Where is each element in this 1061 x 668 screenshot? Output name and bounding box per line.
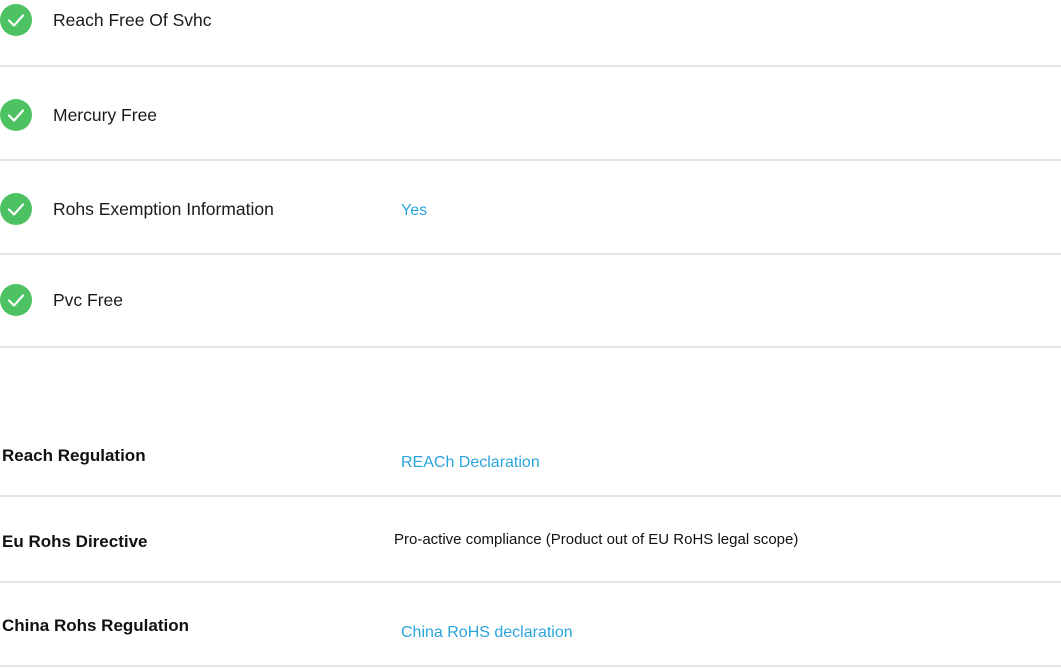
regulation-label: Eu Rohs Directive: [2, 532, 148, 551]
check-circle-icon: [0, 4, 32, 36]
regulation-row-eu-rohs: Eu Rohs Directive Pro-active compliance …: [0, 530, 1061, 570]
compliance-row-mercury-free: Mercury Free: [0, 99, 1061, 161]
check-circle-icon: [0, 193, 32, 225]
compliance-label: Reach Free Of Svhc: [53, 10, 212, 30]
divider: [0, 346, 1061, 348]
compliance-row-reach-free-of-svhc: Reach Free Of Svhc: [0, 4, 1061, 66]
eu-rohs-compliance-text: Pro-active compliance (Product out of EU…: [394, 531, 799, 548]
divider: [0, 253, 1061, 255]
compliance-row-rohs-exemption-information: Rohs Exemption Information Yes: [0, 193, 1061, 255]
china-rohs-declaration-link[interactable]: China RoHS declaration: [401, 623, 573, 643]
divider: [0, 495, 1061, 497]
check-circle-icon: [0, 99, 32, 131]
compliance-label: Pvc Free: [53, 290, 124, 310]
regulation-label: Reach Regulation: [2, 446, 146, 465]
compliance-label: Rohs Exemption Information: [53, 199, 274, 219]
regulation-row-reach: Reach Regulation REACh Declaration: [0, 446, 1061, 486]
compliance-row-pvc-free: Pvc Free: [0, 284, 1061, 346]
divider: [0, 581, 1061, 583]
rohs-exemption-value[interactable]: Yes: [401, 201, 427, 221]
check-circle-icon: [0, 284, 32, 316]
divider: [0, 665, 1061, 667]
divider: [0, 65, 1061, 67]
reach-declaration-link[interactable]: REACh Declaration: [401, 453, 540, 473]
compliance-label: Mercury Free: [53, 105, 158, 125]
divider: [0, 159, 1061, 161]
regulation-row-china-rohs: China Rohs Regulation China RoHS declara…: [0, 616, 1061, 656]
regulation-label: China Rohs Regulation: [2, 616, 189, 635]
